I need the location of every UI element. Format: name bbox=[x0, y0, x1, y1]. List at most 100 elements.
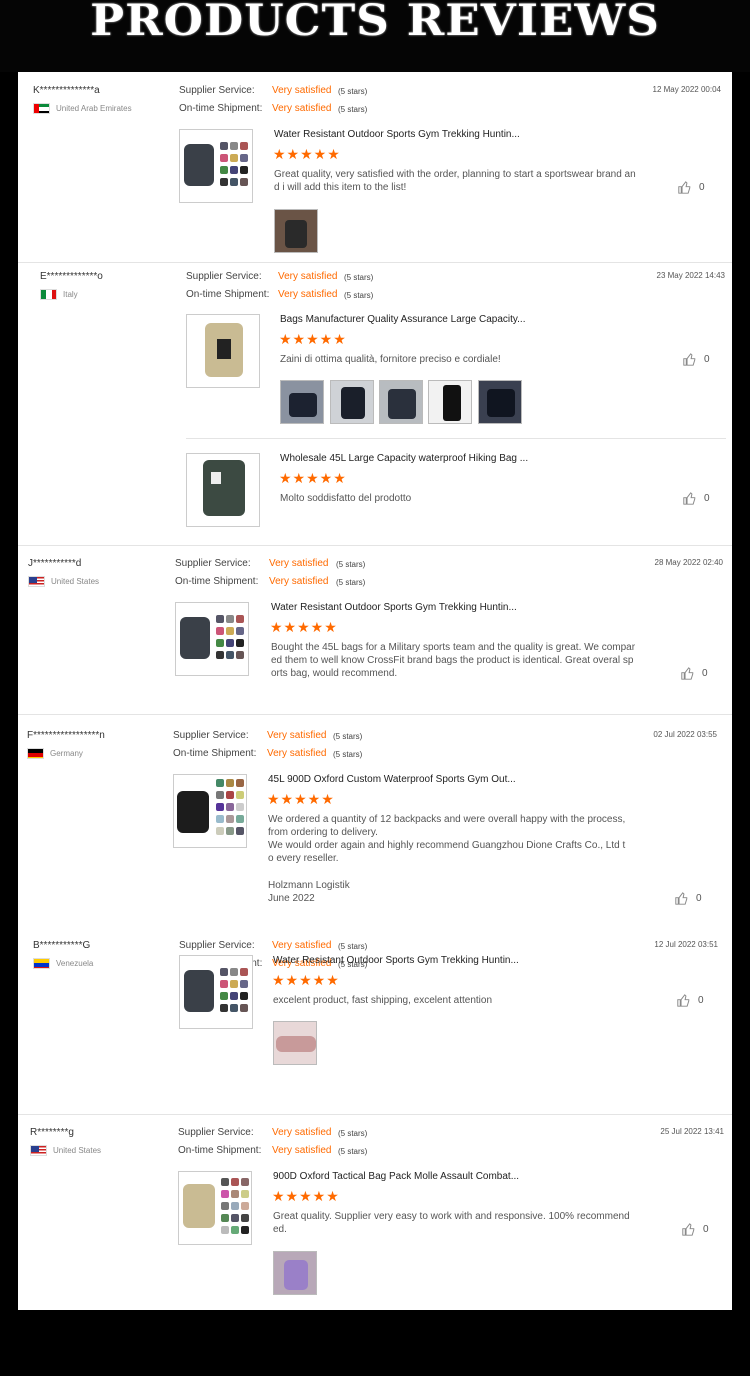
reviewer-country: United States bbox=[30, 1145, 101, 1156]
banner-title: PRODUCTS REVIEWS bbox=[90, 0, 660, 46]
supplier-service-stars: (5 stars) bbox=[336, 560, 366, 569]
review-comment: Great quality. Supplier very easy to wor… bbox=[273, 1211, 630, 1235]
supplier-service-stars: (5 stars) bbox=[338, 87, 368, 96]
review-comment: Molto soddisfatto del prodotto bbox=[280, 493, 412, 504]
shipment-value: Very satisfied bbox=[272, 103, 332, 114]
review-date: 12 Jul 2022 03:51 bbox=[654, 940, 718, 949]
reviewer-name: J***********d bbox=[28, 558, 82, 569]
thumbs-up-icon bbox=[678, 181, 691, 194]
like-button[interactable]: 0 bbox=[683, 353, 710, 366]
supplier-service-value: Very satisfied bbox=[267, 730, 327, 741]
flag-germany-icon bbox=[27, 748, 44, 759]
rating-stars: ★★★★★ bbox=[279, 331, 347, 347]
country-name: Germany bbox=[50, 749, 83, 758]
supplier-service-stars: (5 stars) bbox=[338, 1129, 368, 1138]
shipment-label: On-time Shipment: bbox=[178, 1145, 262, 1156]
review-date: 28 May 2022 02:40 bbox=[654, 558, 724, 567]
product-title[interactable]: Water Resistant Outdoor Sports Gym Trekk… bbox=[274, 129, 520, 140]
supplier-service-value: Very satisfied bbox=[269, 558, 329, 569]
review-comment: Bought the 45L bags for a Military sport… bbox=[271, 642, 636, 679]
supplier-service-label: Supplier Service: bbox=[186, 271, 262, 282]
reviewer-name: E*************o bbox=[40, 271, 103, 282]
review-card: B***********G Venezuela Supplier Service… bbox=[18, 925, 732, 1115]
supplier-service-label: Supplier Service: bbox=[173, 730, 249, 741]
product-title[interactable]: 45L 900D Oxford Custom Waterproof Sports… bbox=[268, 774, 516, 785]
product-image[interactable] bbox=[173, 774, 247, 848]
product-image[interactable] bbox=[179, 955, 253, 1029]
shipment-value: Very satisfied bbox=[272, 1145, 332, 1156]
like-count: 0 bbox=[703, 1224, 709, 1235]
product-image[interactable] bbox=[178, 1171, 252, 1245]
review-comment: excelent product, fast shipping, excelen… bbox=[273, 995, 493, 1006]
review-comment: We ordered a quantity of 12 backpacks an… bbox=[268, 814, 626, 838]
review-comment: Great quality, very satisfied with the o… bbox=[274, 169, 636, 193]
review-photo[interactable] bbox=[274, 209, 318, 253]
supplier-service-value: Very satisfied bbox=[278, 271, 338, 282]
review-photo[interactable] bbox=[273, 1251, 317, 1295]
shipment-label: On-time Shipment: bbox=[175, 576, 259, 587]
reviews-panel: K**************a United Arab Emirates Su… bbox=[18, 72, 732, 1310]
rating-stars: ★★★★★ bbox=[272, 1188, 340, 1204]
review-date: 12 May 2022 00:04 bbox=[652, 85, 722, 94]
like-button[interactable]: 0 bbox=[683, 492, 710, 505]
supplier-service-value: Very satisfied bbox=[272, 85, 332, 96]
country-name: United States bbox=[51, 577, 100, 586]
review-date: 23 May 2022 14:43 bbox=[656, 271, 726, 280]
rating-stars: ★★★★★ bbox=[273, 146, 341, 162]
like-button[interactable]: 0 bbox=[682, 1223, 709, 1236]
shipment-value: Very satisfied bbox=[278, 289, 338, 300]
supplier-service-label: Supplier Service: bbox=[175, 558, 251, 569]
supplier-service-value: Very satisfied bbox=[272, 1127, 332, 1138]
flag-usa-icon bbox=[28, 576, 45, 587]
review-date: 02 Jul 2022 03:55 bbox=[653, 730, 717, 739]
product-image[interactable] bbox=[175, 602, 249, 676]
review-photo[interactable] bbox=[330, 380, 374, 424]
reviewer-country: Venezuela bbox=[33, 958, 93, 969]
like-count: 0 bbox=[699, 182, 705, 193]
shipment-label: On-time Shipment: bbox=[186, 289, 270, 300]
thumbs-up-icon bbox=[683, 353, 696, 366]
like-button[interactable]: 0 bbox=[681, 667, 708, 680]
review-photo[interactable] bbox=[379, 380, 423, 424]
product-image[interactable] bbox=[186, 314, 260, 388]
like-button[interactable]: 0 bbox=[678, 181, 705, 194]
country-name: Italy bbox=[63, 290, 78, 299]
review-photo[interactable] bbox=[428, 380, 472, 424]
review-signature: Holzmann Logistik bbox=[268, 880, 350, 891]
review-date: 25 Jul 2022 13:41 bbox=[660, 1127, 724, 1136]
product-title[interactable]: Bags Manufacturer Quality Assurance Larg… bbox=[280, 314, 526, 325]
product-image[interactable] bbox=[186, 453, 260, 527]
flag-italy-icon bbox=[40, 289, 57, 300]
product-title[interactable]: Wholesale 45L Large Capacity waterproof … bbox=[280, 453, 528, 464]
country-name: Venezuela bbox=[56, 959, 94, 968]
shipment-label: On-time Shipment: bbox=[179, 103, 263, 114]
review-photo[interactable] bbox=[273, 1021, 317, 1065]
thumbs-up-icon bbox=[675, 892, 688, 905]
product-title[interactable]: Water Resistant Outdoor Sports Gym Trekk… bbox=[273, 955, 519, 966]
shipment-value: Very satisfied bbox=[267, 748, 327, 759]
like-count: 0 bbox=[698, 995, 704, 1006]
shipment-stars: (5 stars) bbox=[338, 1147, 368, 1156]
like-count: 0 bbox=[702, 668, 708, 679]
thumbs-up-icon bbox=[677, 994, 690, 1007]
thumbs-up-icon bbox=[681, 667, 694, 680]
review-card: E*************o Italy Supplier Service: … bbox=[18, 263, 732, 545]
review-photo[interactable] bbox=[478, 380, 522, 424]
rating-stars: ★★★★★ bbox=[270, 619, 338, 635]
product-image[interactable] bbox=[179, 129, 253, 203]
rating-stars: ★★★★★ bbox=[279, 470, 347, 486]
reviewer-name: R********g bbox=[30, 1127, 74, 1138]
like-count: 0 bbox=[696, 893, 702, 904]
review-photo[interactable] bbox=[280, 380, 324, 424]
review-card: J***********d United States Supplier Ser… bbox=[18, 546, 732, 714]
product-title[interactable]: 900D Oxford Tactical Bag Pack Molle Assa… bbox=[273, 1171, 519, 1182]
country-name: United Arab Emirates bbox=[56, 104, 132, 113]
shipment-stars: (5 stars) bbox=[344, 291, 374, 300]
review-card: K**************a United Arab Emirates Su… bbox=[18, 72, 732, 262]
like-button[interactable]: 0 bbox=[675, 892, 702, 905]
like-button[interactable]: 0 bbox=[677, 994, 704, 1007]
supplier-service-label: Supplier Service: bbox=[179, 940, 255, 951]
review-card: F*****************n Germany Supplier Ser… bbox=[18, 715, 732, 925]
product-title[interactable]: Water Resistant Outdoor Sports Gym Trekk… bbox=[271, 602, 517, 613]
shipment-value: Very satisfied bbox=[269, 576, 329, 587]
